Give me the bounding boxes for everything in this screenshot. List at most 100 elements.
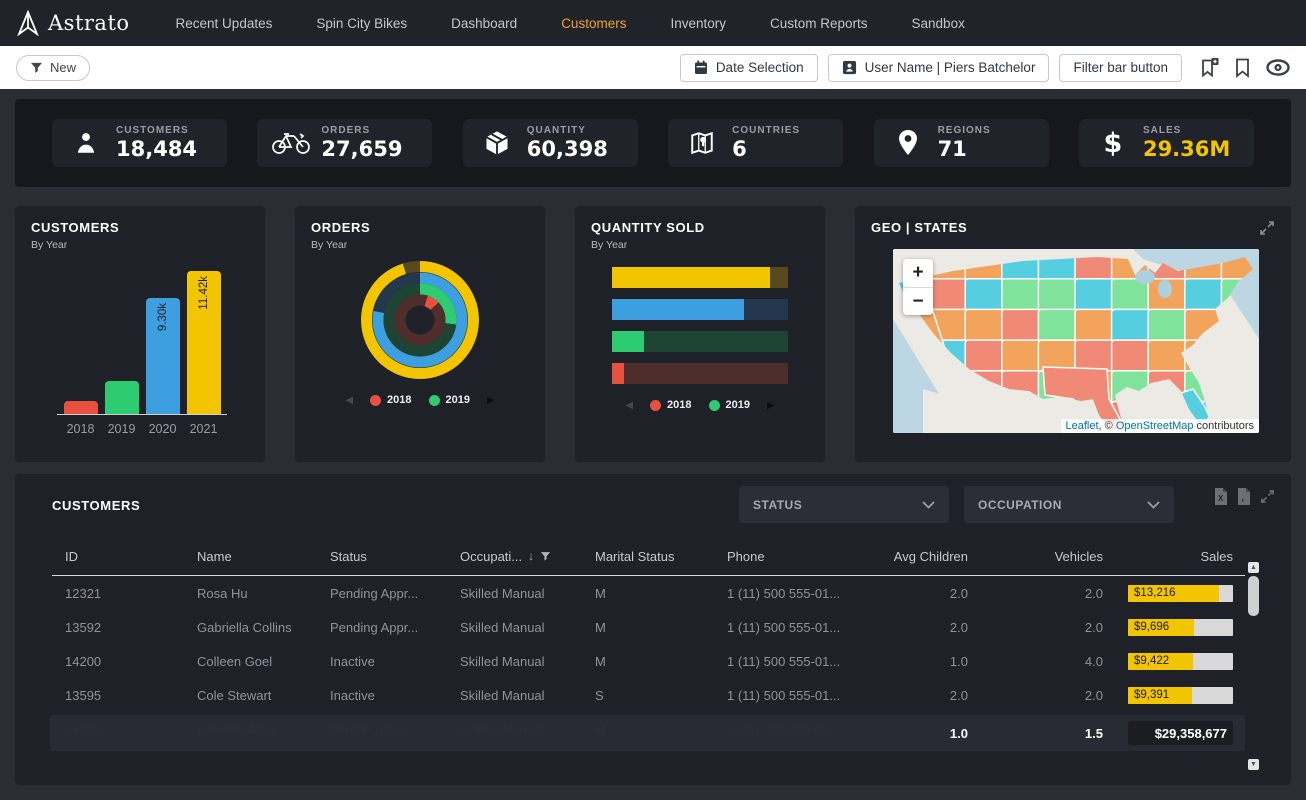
hbar-2020[interactable] (612, 299, 788, 320)
customers-bar-chart[interactable]: 9.30k11.42k (57, 265, 227, 415)
legend-item-2018[interactable]: 2018 (650, 399, 691, 411)
bookmark-add-icon[interactable] (1200, 57, 1219, 78)
legend-item-2018[interactable]: 2018 (370, 394, 411, 406)
new-filter-pill[interactable]: New (16, 55, 90, 81)
filter-bar-button[interactable]: Filter bar button (1059, 54, 1182, 82)
astrato-logo[interactable]: Astrato (16, 10, 130, 36)
table-totals-row: 1.01.5$29,358,677 (50, 715, 1245, 751)
panel-subtitle: By Year (591, 239, 809, 251)
cell-id: 13595 (65, 688, 197, 703)
kpi-label: QUANTITY (527, 125, 608, 136)
status-filter-dropdown[interactable]: STATUS (739, 486, 949, 523)
nav-item-dashboard[interactable]: Dashboard (451, 16, 517, 31)
kpi-text: COUNTRIES6 (732, 125, 800, 161)
legend-prev-icon[interactable]: ◀ (625, 400, 633, 411)
table-scrollbar[interactable]: ▲ ▼ (1248, 574, 1260, 757)
cell-name: Colleen Goel (197, 654, 330, 669)
bar-2021[interactable]: 11.42k (187, 271, 221, 414)
column-header-id[interactable]: ID (65, 549, 197, 564)
kpi-card-quantity: QUANTITY60,398 (463, 119, 638, 167)
nav-item-spin-city-bikes[interactable]: Spin City Bikes (316, 16, 407, 31)
hbar-2018[interactable] (612, 363, 788, 384)
date-selection-label: Date Selection (716, 60, 804, 75)
column-header-label: Status (330, 549, 367, 564)
cell-sales: $13,216 (1103, 585, 1233, 602)
sales-bar: $9,696 (1128, 619, 1233, 636)
excel-export-icon[interactable]: X (1214, 488, 1228, 505)
bar-2019[interactable] (105, 381, 139, 414)
sort-desc-icon[interactable]: ↓ (528, 549, 534, 563)
hbar-2019[interactable] (612, 331, 788, 352)
cell-occupation: Skilled Manual (460, 586, 595, 601)
column-header-status[interactable]: Status (330, 549, 460, 564)
eye-icon[interactable] (1266, 59, 1290, 76)
cell-avg-children: 1.0 (873, 654, 968, 669)
table-row[interactable]: 12321Rosa HuPending Appr...Skilled Manua… (15, 576, 1291, 610)
column-funnel-icon[interactable] (540, 551, 551, 562)
bar-2018[interactable] (64, 401, 98, 414)
zoom-out-button[interactable]: − (903, 287, 933, 315)
cell-vehicles: 2.0 (968, 688, 1103, 703)
scroll-down-icon[interactable]: ▼ (1248, 759, 1259, 770)
legend-dot (370, 395, 381, 406)
csv-export-icon[interactable]: , (1237, 488, 1251, 505)
legend-item-2019[interactable]: 2019 (709, 399, 750, 411)
table-row[interactable]: 14200Colleen GoelInactiveSkilled ManualM… (15, 644, 1291, 678)
osm-link[interactable]: OpenStreetMap (1116, 420, 1194, 432)
table-row[interactable]: 13595Cole StewartInactiveSkilled ManualS… (15, 678, 1291, 712)
cell-occupation: Skilled Manual (460, 620, 595, 635)
kpi-value: 18,484 (116, 137, 197, 161)
brand-name: Astrato (48, 11, 130, 35)
quantity-sold-panel: QUANTITY SOLD By Year ◀20182019▶ (575, 206, 825, 462)
kpi-label: COUNTRIES (732, 125, 800, 136)
legend-item-2019[interactable]: 2019 (429, 394, 470, 406)
cell-name: Gabriella Collins (197, 620, 330, 635)
column-header-avg-children[interactable]: Avg Children (873, 549, 968, 564)
expand-icon[interactable] (1260, 489, 1275, 504)
nav-item-custom-reports[interactable]: Custom Reports (770, 16, 868, 31)
nav-item-inventory[interactable]: Inventory (670, 16, 726, 31)
kpi-value: 6 (732, 137, 800, 161)
scrollbar-thumb[interactable] (1248, 576, 1259, 616)
us-states-map[interactable]: + − Leaflet, © OpenStreetMap contributor… (893, 249, 1259, 433)
svg-text:,: , (1242, 493, 1245, 503)
occupation-filter-label: OCCUPATION (978, 498, 1062, 512)
charts-row: CUSTOMERS By Year 9.30k11.42k 2018201920… (15, 206, 1291, 462)
hbar-2021[interactable] (612, 267, 788, 288)
kpi-text: QUANTITY60,398 (527, 125, 608, 161)
bar-2020[interactable]: 9.30k (146, 298, 180, 414)
nav-item-sandbox[interactable]: Sandbox (912, 16, 965, 31)
scroll-up-icon[interactable]: ▲ (1248, 562, 1259, 573)
status-filter-label: STATUS (753, 498, 802, 512)
column-header-phone[interactable]: Phone (727, 549, 873, 564)
leaflet-link[interactable]: Leaflet (1066, 420, 1099, 432)
date-selection-button[interactable]: Date Selection (680, 54, 818, 82)
legend-prev-icon[interactable]: ◀ (345, 395, 353, 406)
bar-x-axis-labels: 2018201920202021 (57, 422, 227, 436)
sales-value: $9,391 (1128, 687, 1233, 704)
nav-item-customers[interactable]: Customers (561, 16, 626, 31)
nav-item-recent-updates[interactable]: Recent Updates (176, 16, 273, 31)
column-header-label: Vehicles (1055, 549, 1103, 564)
expand-icon[interactable] (1259, 220, 1275, 236)
bookmark-icon[interactable] (1235, 58, 1250, 78)
legend-dot (429, 395, 440, 406)
user-name-button[interactable]: User Name | Piers Batchelor (828, 54, 1050, 82)
column-header-sales[interactable]: Sales (1103, 549, 1233, 564)
table-row[interactable]: 13592Gabriella CollinsPending Appr...Ski… (15, 610, 1291, 644)
occupation-filter-dropdown[interactable]: OCCUPATION (964, 486, 1174, 523)
legend-next-icon[interactable]: ▶ (767, 400, 775, 411)
geo-states-panel: GEO | STATES (855, 206, 1291, 462)
column-header-label: Name (197, 549, 232, 564)
cell-status: Pending Appr... (330, 586, 460, 601)
totals-vehicles: 1.5 (968, 726, 1103, 741)
quantity-bar-chart[interactable] (612, 267, 788, 384)
column-header-marital-status[interactable]: Marital Status (595, 549, 727, 564)
filter-toolbar: New Date Selection User Name | Piers Bat… (0, 46, 1306, 89)
column-header-name[interactable]: Name (197, 549, 330, 564)
column-header-vehicles[interactable]: Vehicles (968, 549, 1103, 564)
legend-next-icon[interactable]: ▶ (487, 395, 495, 406)
zoom-in-button[interactable]: + (903, 259, 933, 287)
column-header-occupati-[interactable]: Occupati...↓ (460, 549, 595, 564)
orders-donut-chart[interactable] (361, 261, 479, 379)
